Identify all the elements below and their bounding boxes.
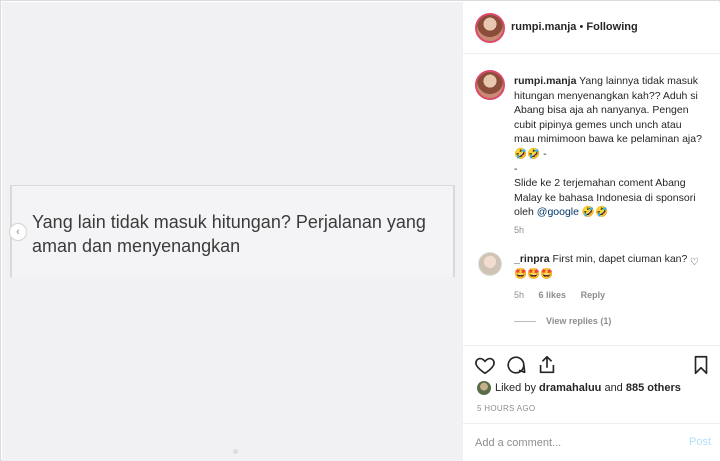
- chevron-left-icon[interactable]: ‹: [9, 223, 27, 241]
- bookmark-icon[interactable]: [690, 354, 712, 376]
- liked-by-and: and: [601, 381, 626, 394]
- share-icon[interactable]: [536, 354, 558, 376]
- caption: rumpi.manja Yang lainnya tidak masuk hit…: [514, 74, 704, 220]
- following-button[interactable]: Following: [586, 21, 637, 33]
- comment-time: 5h: [514, 290, 525, 300]
- comment-icon[interactable]: [505, 354, 527, 376]
- header-separator: •: [576, 21, 587, 33]
- replies-divider: [514, 321, 536, 323]
- comment-likes[interactable]: 6 likes: [539, 290, 567, 300]
- liked-by: Liked by dramahaluu and 885 others: [477, 381, 681, 395]
- view-replies-label: View replies (1): [546, 316, 612, 326]
- comment-avatar[interactable]: [478, 252, 502, 276]
- avatar[interactable]: [475, 13, 505, 43]
- view-replies-button[interactable]: View replies (1): [514, 316, 611, 326]
- media-text: Yang lain tidak masuk hitungan? Perjalan…: [32, 212, 426, 256]
- liker-avatar[interactable]: [477, 381, 491, 395]
- add-comment-bar: Post: [463, 423, 720, 461]
- post-button[interactable]: Post: [689, 436, 711, 448]
- comment-like-heart-icon[interactable]: ♡: [690, 257, 699, 268]
- carousel-dot: [233, 449, 238, 454]
- caption-username[interactable]: rumpi.manja: [514, 75, 576, 87]
- caption-text: Yang lainnya tidak masuk hitungan menyen…: [514, 75, 702, 219]
- comment-input[interactable]: [475, 435, 665, 451]
- post-side-panel: rumpi.manja • Following rumpi.manja Yang…: [462, 2, 720, 461]
- comments-area: rumpi.manja Yang lainnya tidak masuk hit…: [463, 55, 720, 345]
- header-username[interactable]: rumpi.manja: [511, 21, 576, 33]
- post-modal: Yang lain tidak masuk hitungan? Perjalan…: [0, 0, 720, 461]
- post-time: 5 HOURS AGO: [477, 404, 536, 413]
- comment-meta: 5h 6 likes Reply: [514, 290, 617, 300]
- post-media[interactable]: Yang lain tidak masuk hitungan? Perjalan…: [2, 2, 462, 461]
- caption-time: 5h: [514, 225, 525, 235]
- caption-text-end: 🤣🤣: [578, 206, 609, 219]
- comment-username[interactable]: _rinpra: [514, 253, 550, 265]
- media-text-card: Yang lain tidak masuk hitungan? Perjalan…: [10, 185, 455, 277]
- heart-icon[interactable]: [474, 354, 496, 376]
- comment: _rinpra First min, dapet ciuman kan?🤩🤩🤩: [514, 252, 694, 281]
- liked-by-prefix: Liked by: [495, 381, 540, 394]
- reply-button[interactable]: Reply: [581, 290, 606, 300]
- liked-by-others[interactable]: 885 others: [626, 382, 681, 394]
- liked-by-user[interactable]: dramahaluu: [539, 382, 601, 394]
- mention-link[interactable]: @google: [537, 206, 579, 218]
- post-header: rumpi.manja • Following: [463, 2, 720, 54]
- header-user-line: rumpi.manja • Following: [511, 21, 638, 33]
- caption-avatar[interactable]: [475, 70, 505, 100]
